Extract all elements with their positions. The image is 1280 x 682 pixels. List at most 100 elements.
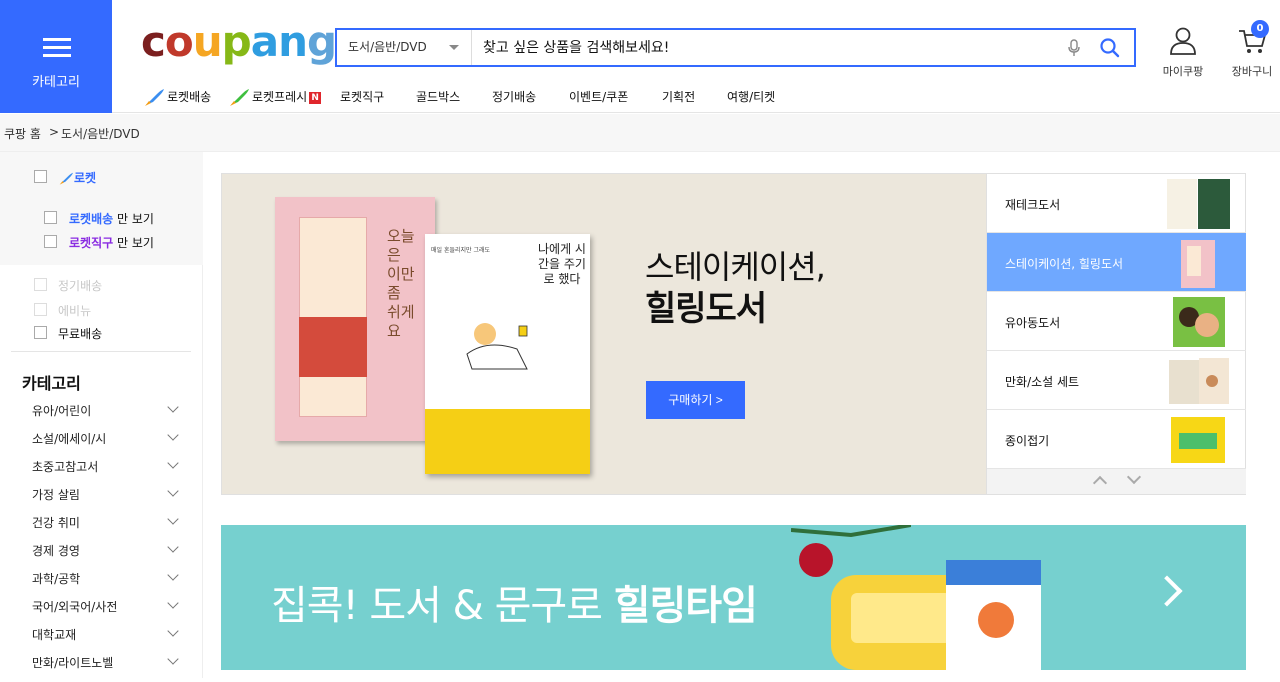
nav-rocket-fresh[interactable]: 로켓프레시 N bbox=[228, 87, 322, 108]
hero-slide[interactable]: 오늘은 이만 좀 쉬게요 매일 혼들리지만 그래도 나에게 시간을 주기로 했다… bbox=[222, 174, 986, 494]
chevron-right-icon[interactable] bbox=[1151, 575, 1183, 607]
category-item[interactable]: 대학교재 bbox=[32, 625, 182, 654]
category-item[interactable]: 경제 경영 bbox=[32, 541, 182, 570]
cart-label: 장바구니 bbox=[1231, 65, 1273, 78]
category-item[interactable]: 소설/에세이/시 bbox=[32, 429, 182, 458]
my-coupang-label: 마이쿠팡 bbox=[1162, 65, 1204, 78]
search-icon[interactable] bbox=[1099, 37, 1121, 59]
chevron-down-icon[interactable] bbox=[167, 457, 179, 469]
hero-list-item[interactable]: 유아동도서 bbox=[987, 292, 1246, 351]
rocket-filter-box: 로켓 로켓배송 만 보기 로켓직구 만 보기 bbox=[0, 152, 203, 265]
nav-subscription[interactable]: 정기배송 bbox=[492, 87, 536, 107]
category-label: 만화/라이트노벨 bbox=[32, 656, 114, 670]
hero-list-item[interactable]: 스테이케이션, 힐링도서 bbox=[987, 233, 1246, 292]
rocket-icon bbox=[59, 172, 73, 185]
category-label: 대학교재 bbox=[32, 628, 77, 642]
chevron-up-icon[interactable] bbox=[1092, 475, 1108, 491]
category-label: 과학/공학 bbox=[32, 572, 81, 586]
hamburger-icon bbox=[43, 38, 71, 58]
hero-list-label: 만화/소설 세트 bbox=[1005, 375, 1080, 389]
hero-carousel: 오늘은 이만 좀 쉬게요 매일 혼들리지만 그래도 나에게 시간을 주기로 했다… bbox=[221, 173, 1246, 495]
search-category-select[interactable]: 도서/음반/DVD bbox=[337, 30, 472, 65]
search-input[interactable] bbox=[473, 30, 1053, 65]
category-item[interactable]: 초중고참고서 bbox=[32, 457, 182, 486]
hero-title: 스테이케이션, 힐링도서 bbox=[645, 246, 826, 330]
book-title: 오늘은 이만 좀 쉬게요 bbox=[387, 227, 415, 340]
category-label: 가정 살림 bbox=[32, 488, 80, 502]
category-menu-button[interactable]: 카테고리 bbox=[0, 0, 112, 113]
hero-list-label: 종이접기 bbox=[1005, 434, 1050, 448]
nav-rocket-direct[interactable]: 로켓직구 bbox=[340, 87, 384, 107]
book-thumbnail bbox=[1181, 240, 1215, 288]
rocket-direct-only-checkbox[interactable] bbox=[44, 235, 57, 248]
category-menu-label: 카테고리 bbox=[32, 75, 80, 90]
hero-title-line1: 스테이케이션, bbox=[645, 248, 826, 286]
category-item[interactable]: 과학/공학 bbox=[32, 569, 182, 598]
free-shipping-label: 무료배송 bbox=[58, 327, 103, 341]
buy-button[interactable]: 구매하기 > bbox=[646, 381, 745, 419]
category-item[interactable]: 건강 취미 bbox=[32, 513, 182, 542]
sleeping-girl-illustration bbox=[466, 323, 528, 370]
ecobag-checkbox[interactable] bbox=[34, 303, 47, 316]
hero-list-item[interactable]: 종이접기 bbox=[987, 410, 1246, 469]
breadcrumb-home[interactable]: 쿠팡 홈 bbox=[4, 125, 41, 142]
category-label: 소설/에세이/시 bbox=[32, 432, 107, 446]
my-coupang-button[interactable]: 마이쿠팡 bbox=[1157, 26, 1209, 79]
hero-list-label: 스테이케이션, 힐링도서 bbox=[1005, 257, 1124, 271]
hero-title-line2: 힐링도서 bbox=[645, 289, 767, 329]
chevron-down-icon[interactable] bbox=[167, 653, 179, 665]
category-item[interactable]: 가정 살림 bbox=[32, 485, 182, 514]
chevron-down-icon[interactable] bbox=[167, 513, 179, 525]
rocket-delivery-name: 로켓배송 bbox=[69, 212, 114, 226]
caret-down-icon bbox=[449, 45, 459, 50]
logo-letter: a bbox=[250, 17, 279, 66]
chevron-down-icon[interactable] bbox=[167, 597, 179, 609]
category-label: 건강 취미 bbox=[32, 516, 80, 530]
rocket-delivery-only-label: 로켓배송 만 보기 bbox=[69, 210, 154, 227]
book-thumbnail bbox=[1173, 297, 1225, 347]
nav-exhibitions[interactable]: 기획전 bbox=[662, 87, 695, 107]
subscription-checkbox[interactable] bbox=[34, 278, 47, 291]
nav-events-coupons[interactable]: 이벤트/쿠폰 bbox=[569, 87, 628, 107]
chevron-down-icon[interactable] bbox=[167, 569, 179, 581]
logo-letter: o bbox=[164, 17, 194, 66]
book-title: 나에게 시간을 주기로 했다 bbox=[538, 242, 586, 286]
hero-list-nav bbox=[987, 469, 1246, 494]
book-thumbnail bbox=[1169, 358, 1229, 404]
hero-list-item[interactable]: 재테크도서 bbox=[987, 174, 1246, 233]
search-bar: 도서/음반/DVD bbox=[335, 28, 1136, 67]
promo-banner[interactable]: 집콕! 도서 & 문구로 힐링타임 bbox=[221, 525, 1246, 670]
category-item[interactable]: 국어/외국어/사전 bbox=[32, 597, 182, 626]
microphone-icon[interactable] bbox=[1066, 39, 1082, 57]
rocket-delivery-only-checkbox[interactable] bbox=[44, 211, 57, 224]
sidebar-divider bbox=[11, 351, 191, 352]
coupang-logo[interactable]: coupang bbox=[141, 16, 337, 68]
search-category-value: 도서/음반/DVD bbox=[348, 40, 427, 54]
cart-button[interactable]: 0 장바구니 bbox=[1226, 20, 1278, 79]
breadcrumb-current[interactable]: 도서/음반/DVD bbox=[61, 125, 140, 142]
hero-list-item[interactable]: 만화/소설 세트 bbox=[987, 351, 1246, 410]
chevron-down-icon[interactable] bbox=[1126, 469, 1142, 485]
chevron-down-icon[interactable] bbox=[167, 541, 179, 553]
promo-text-normal: 집콕! 도서 & 문구로 bbox=[271, 583, 614, 629]
free-shipping-checkbox[interactable] bbox=[34, 326, 47, 339]
rocket-direct-only-label: 로켓직구 만 보기 bbox=[69, 234, 154, 251]
nav-gold-box[interactable]: 골드박스 bbox=[416, 87, 460, 107]
category-item[interactable]: 유아/어린이 bbox=[32, 401, 182, 430]
nav-travel-tickets[interactable]: 여행/티켓 bbox=[727, 87, 775, 107]
chevron-down-icon[interactable] bbox=[167, 429, 179, 441]
category-label: 유아/어린이 bbox=[32, 404, 92, 418]
book-cover-image[interactable]: 오늘은 이만 좀 쉬게요 bbox=[275, 197, 435, 441]
user-icon bbox=[1170, 27, 1196, 55]
nav-rocket-delivery[interactable]: 로켓배송 bbox=[143, 87, 211, 108]
category-title: 카테고리 bbox=[22, 374, 81, 393]
only-suffix: 만 보기 bbox=[117, 212, 154, 226]
chevron-down-icon[interactable] bbox=[167, 625, 179, 637]
chevron-down-icon[interactable] bbox=[167, 485, 179, 497]
rocket-checkbox[interactable] bbox=[34, 170, 47, 183]
category-label: 국어/외국어/사전 bbox=[32, 600, 118, 614]
new-badge: N bbox=[309, 91, 322, 104]
chevron-down-icon[interactable] bbox=[167, 401, 179, 413]
book-cover-image[interactable]: 매일 혼들리지만 그래도 나에게 시간을 주기로 했다 bbox=[425, 234, 590, 474]
nav-label: 로켓프레시 bbox=[252, 90, 308, 104]
